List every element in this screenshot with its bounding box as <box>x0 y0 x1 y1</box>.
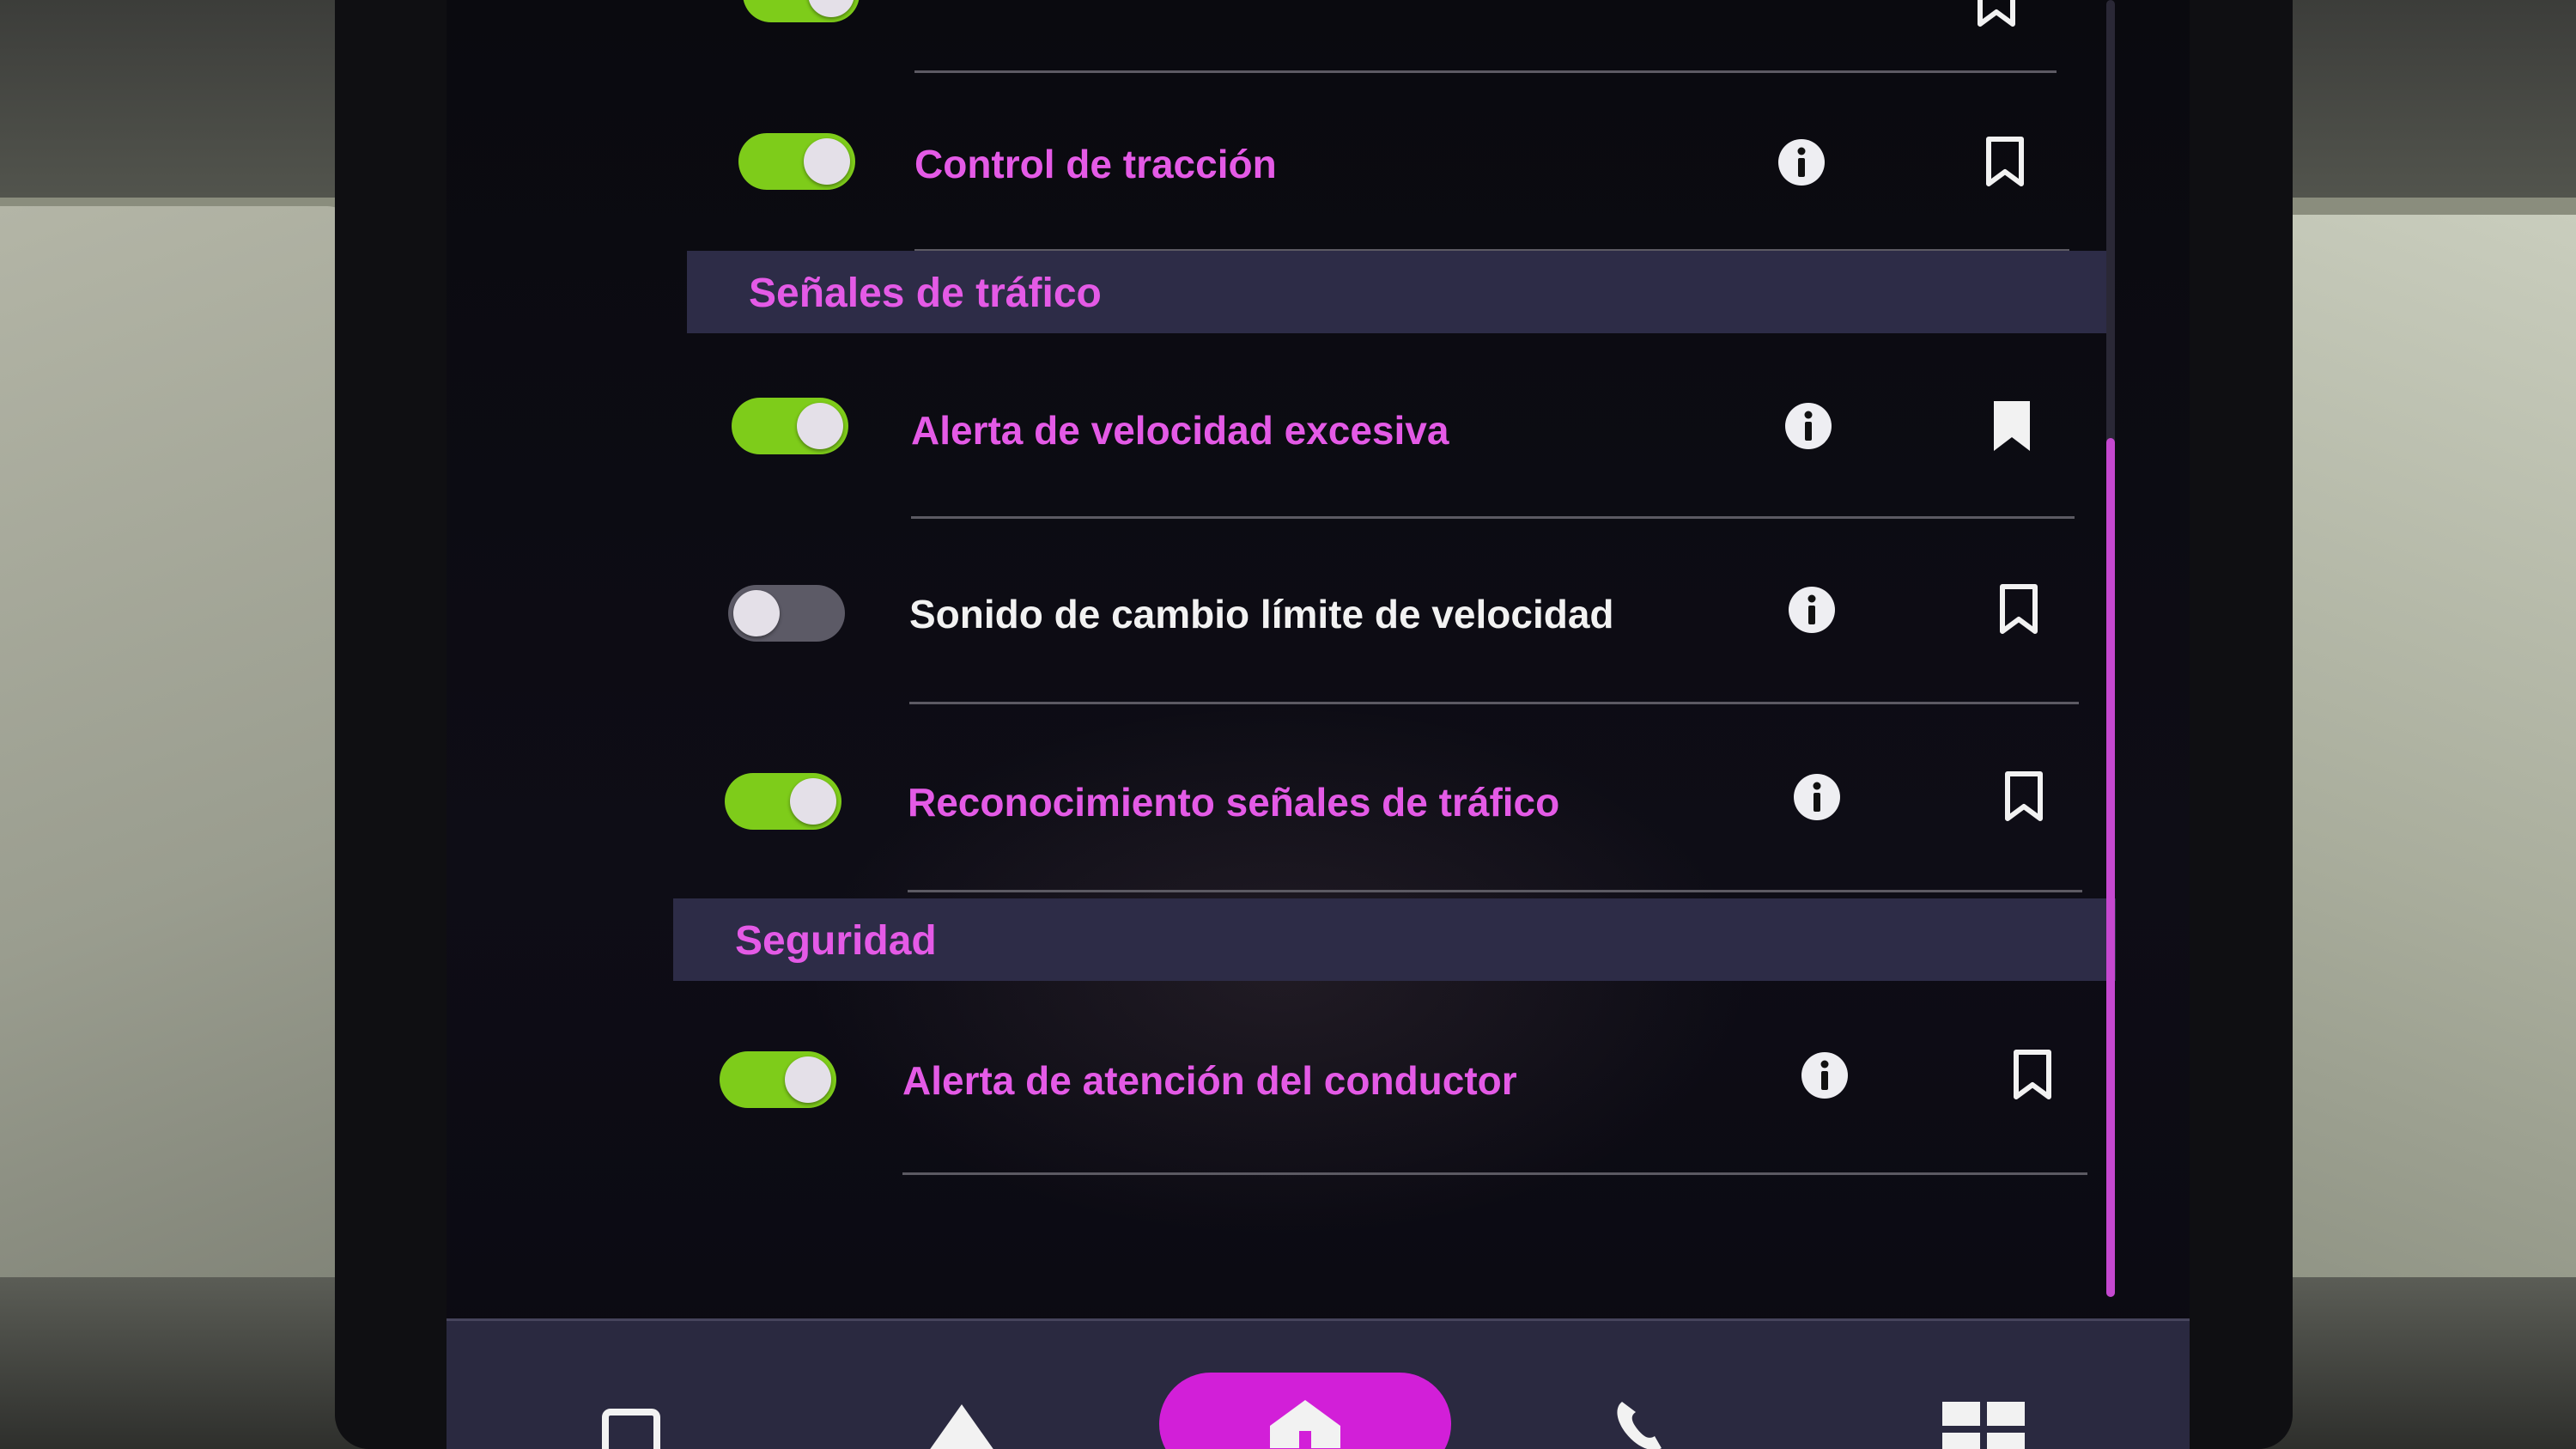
toggle-knob <box>790 778 836 825</box>
toggle-control-traccion[interactable] <box>738 133 855 190</box>
scrollbar-thumb[interactable] <box>2106 438 2115 1297</box>
phone-icon[interactable] <box>1610 1398 1679 1449</box>
setting-label-sonido-limite: Sonido de cambio límite de velocidad <box>909 592 1614 636</box>
row-divider <box>911 516 2075 519</box>
apps-grid-icon[interactable] <box>1941 1398 2026 1449</box>
bottom-navigation-bar <box>447 1318 2190 1449</box>
bookmark-icon[interactable] <box>1975 0 2018 29</box>
info-icon[interactable] <box>1800 1050 1850 1100</box>
setting-label-reconocimiento-senales: Reconocimiento señales de tráfico <box>908 780 1560 825</box>
toggle-alerta-atencion[interactable] <box>720 1051 836 1108</box>
setting-label-alerta-velocidad: Alerta de velocidad excesiva <box>911 408 1449 453</box>
left-seat <box>0 206 361 1323</box>
bookmark-icon[interactable] <box>2002 770 2045 824</box>
music-icon[interactable] <box>597 1407 665 1449</box>
bookmark-icon[interactable] <box>1984 136 2026 189</box>
row-divider <box>902 1172 2087 1175</box>
scrollbar-track[interactable] <box>2106 0 2115 1297</box>
bookmark-icon[interactable] <box>1997 583 2040 636</box>
section-title: Señales de tráfico <box>749 271 1102 316</box>
info-icon[interactable] <box>1787 585 1837 635</box>
info-icon[interactable] <box>1792 772 1842 822</box>
info-icon[interactable] <box>1777 137 1826 187</box>
settings-screen: Control de tracción Señales de tráfico A… <box>447 0 2190 1449</box>
section-header-senales-trafico: Señales de tráfico <box>687 251 2112 333</box>
bookmark-icon[interactable] <box>2011 1049 2054 1102</box>
toggle-knob <box>804 138 850 185</box>
section-header-seguridad: Seguridad <box>673 898 2116 981</box>
toggle-reconocimiento-senales[interactable] <box>725 773 841 830</box>
info-icon[interactable] <box>1783 401 1833 451</box>
toggle-partial-top[interactable] <box>743 0 860 22</box>
row-divider <box>909 702 2079 704</box>
toggle-alerta-velocidad[interactable] <box>732 398 848 454</box>
toggle-knob <box>797 403 843 449</box>
row-divider <box>914 70 2057 73</box>
setting-label-alerta-atencion: Alerta de atención del conductor <box>902 1058 1517 1103</box>
navigation-icon[interactable] <box>923 1403 1000 1449</box>
home-button[interactable] <box>1159 1373 1451 1449</box>
section-title: Seguridad <box>735 918 937 964</box>
bookmark-filled-icon[interactable] <box>1990 399 2033 453</box>
toggle-knob <box>733 590 780 636</box>
toggle-knob <box>785 1056 831 1103</box>
home-icon <box>1270 1400 1340 1448</box>
toggle-knob <box>808 0 854 17</box>
setting-label-control-traccion: Control de tracción <box>914 142 1277 186</box>
toggle-sonido-limite[interactable] <box>728 585 845 642</box>
row-divider <box>908 890 2082 892</box>
